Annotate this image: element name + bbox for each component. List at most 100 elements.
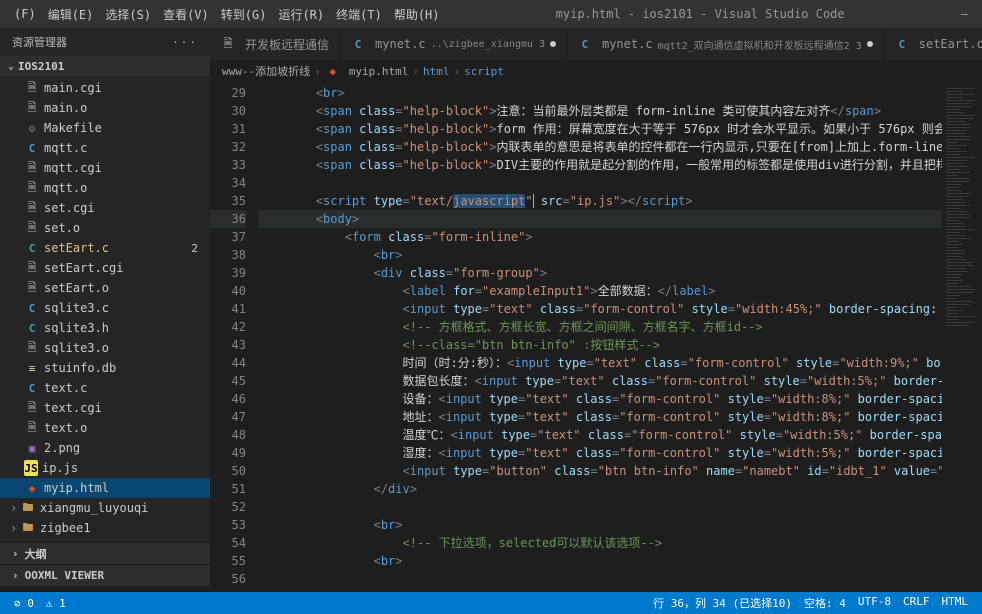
statusbar: ⊘ 0 ⚠ 1 行 36，列 34 (已选择10) 空格: 4 UTF-8 CR… <box>0 592 982 614</box>
line-numbers: 2930313233343536373839404142434445464748… <box>210 82 258 586</box>
folder-icon: 🖿 <box>20 500 36 516</box>
file-item-main.cgi[interactable]: 🗎main.cgi <box>0 78 210 98</box>
menu-view[interactable]: 查看(V) <box>157 6 215 23</box>
file-icon: 🗎 <box>24 160 40 176</box>
file-item-mqtt.cgi[interactable]: 🗎mqtt.cgi <box>0 158 210 178</box>
file-item-mqtt.o[interactable]: 🗎mqtt.o <box>0 178 210 198</box>
minimap[interactable] <box>942 82 982 586</box>
folder-label: xiangmu_luyouqi <box>40 501 148 515</box>
c-icon: C <box>24 320 40 336</box>
file-item-2.png[interactable]: ▣ 2.png <box>0 438 210 458</box>
code-content[interactable]: <br> <span class="help-block">注意：当前最外层类都… <box>258 82 942 586</box>
menu-run[interactable]: 运行(R) <box>272 6 330 23</box>
file-icon: 🗎 <box>24 100 40 116</box>
file-icon: 🗎 <box>24 280 40 296</box>
file-item-mqtt.c[interactable]: Cmqtt.c <box>0 138 210 158</box>
file-item-text.cgi[interactable]: 🗎 text.cgi <box>0 398 210 418</box>
file-item-Makefile[interactable]: ⚙Makefile <box>0 118 210 138</box>
status-lang[interactable]: HTML <box>936 595 975 611</box>
db-icon: ≡ <box>24 360 40 376</box>
file-item-setEart.c[interactable]: CsetEart.c2 <box>0 238 210 258</box>
file-label: mqtt.o <box>44 181 87 195</box>
menu-edit[interactable]: 编辑(E) <box>42 6 100 23</box>
tab-setEart.c 2[interactable]: CsetEart.c 2 <box>884 28 982 60</box>
editor-tabs: 🗎开发板远程通信Cmynet.c..\zigbee_xiangmu 3Cmyne… <box>210 28 982 60</box>
file-label: main.cgi <box>44 81 102 95</box>
c-icon: C <box>350 36 366 52</box>
status-encoding[interactable]: UTF-8 <box>852 595 897 611</box>
folder-icon: 🖿 <box>20 520 36 536</box>
modified-dot <box>867 41 873 47</box>
file-label: main.o <box>44 101 87 115</box>
file-label: sqlite3.h <box>44 321 109 335</box>
status-warnings[interactable]: ⚠ 1 <box>40 597 72 610</box>
menu-terminal[interactable]: 终端(T) <box>330 6 388 23</box>
file-badge: 2 <box>191 242 198 255</box>
status-line-col[interactable]: 行 36，列 34 (已选择10) <box>647 595 798 611</box>
file-label: mqtt.c <box>44 141 87 155</box>
menu-select[interactable]: 选择(S) <box>99 6 157 23</box>
file-icon: 🗎 <box>24 400 40 416</box>
breadcrumb-file[interactable]: myip.html <box>349 65 409 78</box>
file-label: text.cgi <box>44 401 102 415</box>
folder-zigbee1[interactable]: 🖿zigbee1 <box>0 518 210 538</box>
breadcrumb-html[interactable]: html <box>423 65 450 78</box>
explorer-more-icon[interactable]: ··· <box>172 36 198 49</box>
tab-mynet.c[interactable]: Cmynet.cmqtt2_双向通信虚拟机和开发板远程通信2 3 <box>567 28 884 60</box>
tab-mynet.c[interactable]: Cmynet.c..\zigbee_xiangmu 3 <box>340 28 567 60</box>
explorer-sidebar: 资源管理器 ··· IOS2101 🗎main.cgi🗎main.o⚙Makef… <box>0 28 210 586</box>
file-label: Makefile <box>44 121 102 135</box>
file-item-text.o[interactable]: 🗎text.o <box>0 418 210 438</box>
window-title: myip.html - ios2101 - Visual Studio Code <box>446 7 955 21</box>
breadcrumb-root[interactable]: www--添加坡折线 <box>222 63 310 79</box>
file-item-set.cgi[interactable]: 🗎 set.cgi <box>0 198 210 218</box>
file-item-ip.js[interactable]: JSip.js <box>0 458 210 478</box>
modified-dot <box>550 41 556 47</box>
file-item-sqlite3.o[interactable]: 🗎 sqlite3.o <box>0 338 210 358</box>
file-label: setEart.cgi <box>44 261 123 275</box>
file-item-myip.html[interactable]: ◆ myip.html <box>0 478 210 498</box>
editor-area: 🗎开发板远程通信Cmynet.c..\zigbee_xiangmu 3Cmyne… <box>210 28 982 586</box>
ooxml-section[interactable]: OOXML VIEWER <box>0 564 210 586</box>
project-section-header[interactable]: IOS2101 <box>0 56 210 76</box>
menu-help[interactable]: 帮助(H) <box>388 6 446 23</box>
file-icon: 🗎 <box>220 36 236 52</box>
file-icon: 🗎 <box>24 260 40 276</box>
file-item-sqlite3.c[interactable]: Csqlite3.c <box>0 298 210 318</box>
menu-file[interactable]: (F) <box>8 7 42 21</box>
folder-xiangmu_luyouqi[interactable]: 🖿 xiangmu_luyouqi <box>0 498 210 518</box>
menu-go[interactable]: 转到(G) <box>215 6 273 23</box>
file-item-stuinfo.db[interactable]: ≡ stuinfo.db <box>0 358 210 378</box>
c-icon: C <box>24 380 40 396</box>
window-minimize[interactable]: — <box>955 7 974 21</box>
file-item-main.o[interactable]: 🗎 main.o <box>0 98 210 118</box>
file-item-setEart.cgi[interactable]: 🗎 setEart.cgi <box>0 258 210 278</box>
status-eol[interactable]: CRLF <box>897 595 936 611</box>
file-icon: 🗎 <box>24 200 40 216</box>
file-item-sqlite3.h[interactable]: Csqlite3.h <box>0 318 210 338</box>
file-label: text.o <box>44 421 87 435</box>
file-label: stuinfo.db <box>44 361 116 375</box>
c-icon: C <box>577 36 593 52</box>
breadcrumb-script[interactable]: script <box>464 65 504 78</box>
status-indent[interactable]: 空格: 4 <box>798 595 852 611</box>
breadcrumb[interactable]: www--添加坡折线 › ◆ myip.html › html › script <box>210 60 982 82</box>
status-problems[interactable]: ⊘ 0 <box>8 597 40 610</box>
code-area[interactable]: 2930313233343536373839404142434445464748… <box>210 82 982 586</box>
file-icon: 🗎 <box>24 340 40 356</box>
file-label: myip.html <box>44 481 109 495</box>
file-item-text.c[interactable]: Ctext.c <box>0 378 210 398</box>
tab-开发板远程通信[interactable]: 🗎开发板远程通信 <box>210 28 340 60</box>
img-icon: ▣ <box>24 440 40 456</box>
file-icon: 🗎 <box>24 220 40 236</box>
menubar: (F) 编辑(E) 选择(S) 查看(V) 转到(G) 运行(R) 终端(T) … <box>0 0 982 28</box>
c-icon: C <box>24 140 40 156</box>
file-label: set.cgi <box>44 201 95 215</box>
outline-section[interactable]: 大纲 <box>0 542 210 564</box>
file-label: sqlite3.c <box>44 301 109 315</box>
file-label: sqlite3.o <box>44 341 109 355</box>
file-item-set.o[interactable]: 🗎set.o <box>0 218 210 238</box>
file-label: 2.png <box>44 441 80 455</box>
file-item-setEart.o[interactable]: 🗎setEart.o <box>0 278 210 298</box>
html-icon: ◆ <box>24 480 40 496</box>
